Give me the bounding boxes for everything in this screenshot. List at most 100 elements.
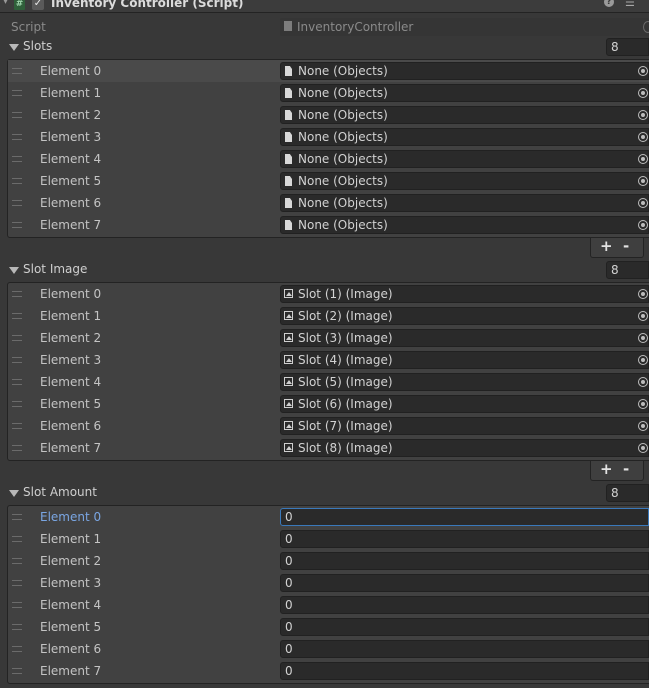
slot-amount-size-field[interactable]: 8 — [606, 484, 649, 502]
drag-handle-icon[interactable] — [12, 112, 22, 118]
object-field[interactable]: Slot (4) (Image) — [280, 351, 649, 369]
object-field[interactable]: Slot (7) (Image) — [280, 417, 649, 435]
object-picker-icon[interactable] — [638, 333, 648, 343]
list-item[interactable]: Element 6 None (Objects) — [8, 192, 649, 214]
object-field[interactable]: Slot (8) (Image) — [280, 439, 649, 457]
slot-image-size-field[interactable]: 8 — [606, 261, 649, 279]
slot-amount-header[interactable]: Slot Amount 8 — [0, 483, 649, 503]
drag-handle-icon[interactable] — [12, 90, 22, 96]
slots-header[interactable]: Slots 8 — [0, 37, 649, 57]
list-item[interactable]: Element 4 None (Objects) — [8, 148, 649, 170]
remove-element-button[interactable]: - — [623, 460, 629, 478]
list-item[interactable]: Element 5 Slot (6) (Image) — [8, 393, 649, 415]
integer-field[interactable]: 0 — [280, 662, 649, 680]
remove-element-button[interactable]: - — [623, 237, 629, 255]
list-item[interactable]: Element 5 None (Objects) — [8, 170, 649, 192]
drag-handle-icon[interactable] — [12, 536, 22, 542]
component-header[interactable]: ▾ # ✓ Inventory Controller (Script) ? ☰ — [0, 0, 649, 13]
list-item[interactable]: Element 4 0 — [8, 594, 649, 616]
drag-handle-icon[interactable] — [12, 379, 22, 385]
list-item[interactable]: Element 3 Slot (4) (Image) — [8, 349, 649, 371]
object-picker-icon[interactable] — [638, 443, 648, 453]
drag-handle-icon[interactable] — [12, 200, 22, 206]
drag-handle-icon[interactable] — [12, 558, 22, 564]
add-element-button[interactable]: + — [600, 237, 613, 255]
object-picker-icon[interactable] — [638, 289, 648, 299]
list-item[interactable]: Element 0 0 — [8, 506, 649, 528]
integer-field[interactable]: 0 — [280, 596, 649, 614]
script-field[interactable]: InventoryController — [280, 18, 649, 36]
object-field[interactable]: None (Objects) — [280, 216, 649, 234]
drag-handle-icon[interactable] — [12, 401, 22, 407]
drag-handle-icon[interactable] — [12, 580, 22, 586]
fold-icon[interactable]: ▾ — [3, 0, 8, 7]
list-item[interactable]: Element 2 None (Objects) — [8, 104, 649, 126]
object-picker-icon[interactable] — [638, 399, 648, 409]
drag-handle-icon[interactable] — [12, 313, 22, 319]
object-field[interactable]: Slot (5) (Image) — [280, 373, 649, 391]
list-item[interactable]: Element 5 0 — [8, 616, 649, 638]
drag-handle-icon[interactable] — [12, 445, 22, 451]
object-picker-icon[interactable] — [638, 176, 648, 186]
drag-handle-icon[interactable] — [12, 357, 22, 363]
slot-image-header[interactable]: Slot Image 8 — [0, 260, 649, 280]
list-item[interactable]: Element 1 None (Objects) — [8, 82, 649, 104]
drag-handle-icon[interactable] — [12, 156, 22, 162]
drag-handle-icon[interactable] — [12, 68, 22, 74]
drag-handle-icon[interactable] — [12, 134, 22, 140]
help-icon[interactable]: ? — [604, 0, 614, 7]
object-field[interactable]: None (Objects) — [280, 172, 649, 190]
list-item[interactable]: Element 7 None (Objects) — [8, 214, 649, 236]
object-field[interactable]: None (Objects) — [280, 194, 649, 212]
list-item[interactable]: Element 1 0 — [8, 528, 649, 550]
list-item[interactable]: Element 7 Slot (8) (Image) — [8, 437, 649, 459]
drag-handle-icon[interactable] — [12, 178, 22, 184]
drag-handle-icon[interactable] — [12, 668, 22, 674]
slots-foldout-arrow-icon[interactable] — [9, 44, 19, 51]
list-item[interactable]: Element 3 None (Objects) — [8, 126, 649, 148]
drag-handle-icon[interactable] — [12, 646, 22, 652]
object-field[interactable]: None (Objects) — [280, 84, 649, 102]
object-field[interactable]: None (Objects) — [280, 106, 649, 124]
object-picker-icon[interactable] — [643, 21, 649, 33]
integer-field[interactable]: 0 — [280, 530, 649, 548]
object-field[interactable]: Slot (1) (Image) — [280, 285, 649, 303]
object-picker-icon[interactable] — [638, 355, 648, 365]
drag-handle-icon[interactable] — [12, 602, 22, 608]
drag-handle-icon[interactable] — [12, 291, 22, 297]
list-item[interactable]: Element 0 None (Objects) — [8, 60, 649, 82]
slots-size-field[interactable]: 8 — [606, 38, 649, 56]
drag-handle-icon[interactable] — [12, 335, 22, 341]
object-picker-icon[interactable] — [638, 154, 648, 164]
drag-handle-icon[interactable] — [12, 222, 22, 228]
object-field[interactable]: Slot (2) (Image) — [280, 307, 649, 325]
object-picker-icon[interactable] — [638, 377, 648, 387]
object-picker-icon[interactable] — [638, 132, 648, 142]
slot-image-foldout-arrow-icon[interactable] — [9, 267, 19, 274]
object-picker-icon[interactable] — [638, 311, 648, 321]
add-element-button[interactable]: + — [600, 460, 613, 478]
list-item[interactable]: Element 6 0 — [8, 638, 649, 660]
integer-field[interactable]: 0 — [280, 552, 649, 570]
object-field[interactable]: None (Objects) — [280, 128, 649, 146]
list-item[interactable]: Element 2 Slot (3) (Image) — [8, 327, 649, 349]
object-picker-icon[interactable] — [638, 66, 648, 76]
list-item[interactable]: Element 3 0 — [8, 572, 649, 594]
object-picker-icon[interactable] — [638, 421, 648, 431]
list-item[interactable]: Element 0 Slot (1) (Image) — [8, 283, 649, 305]
object-picker-icon[interactable] — [638, 198, 648, 208]
list-item[interactable]: Element 2 0 — [8, 550, 649, 572]
settings-icon[interactable]: ☰ — [625, 0, 635, 9]
drag-handle-icon[interactable] — [12, 624, 22, 630]
object-field[interactable]: Slot (3) (Image) — [280, 329, 649, 347]
object-picker-icon[interactable] — [638, 88, 648, 98]
integer-field[interactable]: 0 — [280, 508, 649, 526]
object-field[interactable]: Slot (6) (Image) — [280, 395, 649, 413]
integer-field[interactable]: 0 — [280, 640, 649, 658]
enabled-checkbox[interactable]: ✓ — [32, 0, 44, 10]
list-item[interactable]: Element 7 0 — [8, 660, 649, 682]
object-field[interactable]: None (Objects) — [280, 62, 649, 80]
drag-handle-icon[interactable] — [12, 423, 22, 429]
object-field[interactable]: None (Objects) — [280, 150, 649, 168]
drag-handle-icon[interactable] — [12, 514, 22, 520]
